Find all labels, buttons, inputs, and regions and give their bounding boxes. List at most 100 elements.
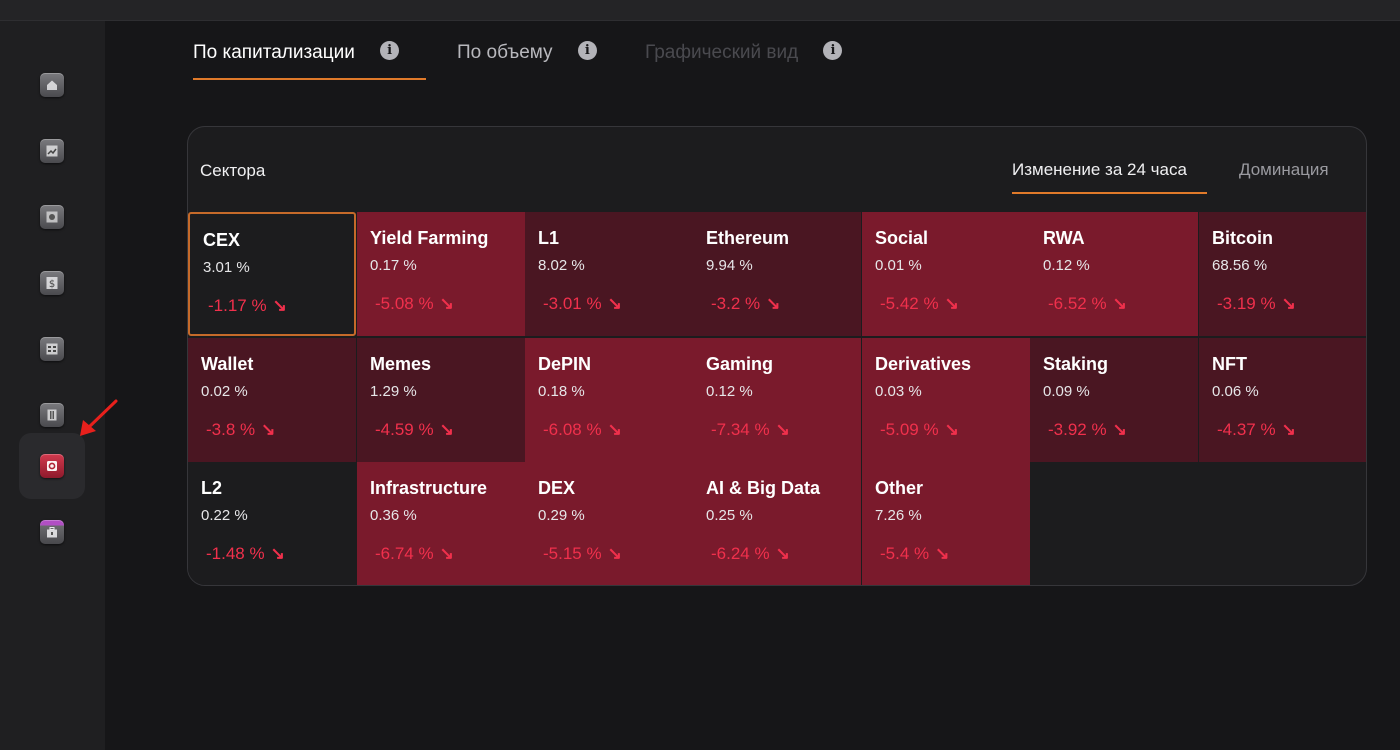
sector-name: Ethereum <box>706 228 790 248</box>
sector-share: 0.18 % <box>538 383 585 400</box>
arrow-down-right-icon: ↘ <box>1281 420 1296 439</box>
calculator-icon <box>40 337 64 361</box>
sector-tile-rwa[interactable]: RWA 0.12 % -6.52 % ↘ <box>1030 212 1198 336</box>
arrow-down-right-icon: ↘ <box>261 420 276 439</box>
chart-up-icon <box>40 139 64 163</box>
info-icon[interactable]: i <box>380 41 400 60</box>
tab-label: Графический вид <box>645 42 799 63</box>
sector-change: -7.34 % ↘ <box>711 420 790 439</box>
arrow-down-right-icon: ↘ <box>1112 420 1127 439</box>
sidebar-item-portfolio[interactable] <box>19 499 85 565</box>
arrow-down-right-icon: ↘ <box>1281 294 1296 313</box>
arrow-down-right-icon: ↘ <box>944 294 959 313</box>
sector-change: -1.17 % ↘ <box>208 296 287 315</box>
sector-share: 0.01 % <box>875 257 922 274</box>
sector-name: Social <box>875 228 929 248</box>
briefcase-icon <box>40 520 64 544</box>
sector-tile-bitcoin[interactable]: Bitcoin 68.56 % -3.19 % ↘ <box>1199 212 1366 336</box>
sector-tile-l2[interactable]: L2 0.22 % -1.48 % ↘ <box>188 462 356 585</box>
tab-dominance[interactable]: Доминация <box>1239 160 1329 180</box>
sector-name: Wallet <box>201 354 254 374</box>
sector-change: -3.8 % ↘ <box>206 420 276 439</box>
sector-tile-wallet[interactable]: Wallet 0.02 % -3.8 % ↘ <box>188 338 356 462</box>
sidebar-item-sectors[interactable] <box>19 433 85 499</box>
tab-graphic-view[interactable]: Графический вид i <box>645 36 875 80</box>
sector-share: 8.02 % <box>538 257 585 274</box>
sectors-card: Сектора Изменение за 24 часа Доминация C… <box>187 126 1367 586</box>
tab-by-volume[interactable]: По объему i <box>457 36 617 80</box>
sector-change: -5.15 % ↘ <box>543 544 622 563</box>
sector-tile-memes[interactable]: Memes 1.29 % -4.59 % ↘ <box>357 338 525 462</box>
arrow-down-right-icon: ↘ <box>775 420 790 439</box>
sector-tile-depin[interactable]: DePIN 0.18 % -6.08 % ↘ <box>525 338 693 462</box>
sector-share: 0.36 % <box>370 507 417 524</box>
arrow-down-right-icon: ↘ <box>439 420 454 439</box>
sector-share: 9.94 % <box>706 257 753 274</box>
sector-tile-ai-big-data[interactable]: AI & Big Data 0.25 % -6.24 % ↘ <box>693 462 861 585</box>
sector-tile-nft[interactable]: NFT 0.06 % -4.37 % ↘ <box>1199 338 1366 462</box>
sector-tile-gaming[interactable]: Gaming 0.12 % -7.34 % ↘ <box>693 338 861 462</box>
arrow-down-right-icon: ↘ <box>439 544 454 563</box>
arrow-down-right-icon: ↘ <box>439 294 454 313</box>
arrow-down-right-icon: ↘ <box>1112 294 1127 313</box>
card-title: Сектора <box>200 161 266 180</box>
active-tab-underline <box>193 78 426 80</box>
sector-name: CEX <box>203 230 241 250</box>
sector-name: L2 <box>201 478 223 498</box>
sector-share: 0.12 % <box>706 383 753 400</box>
tab-by-capitalization[interactable]: По капитализации i <box>193 36 426 80</box>
tab-change-24h[interactable]: Изменение за 24 часа <box>1012 160 1207 194</box>
sector-share: 0.12 % <box>1043 257 1090 274</box>
sidebar-item-calculator[interactable] <box>19 316 85 382</box>
sector-change: -6.08 % ↘ <box>543 420 622 439</box>
sector-change: -3.92 % ↘ <box>1048 420 1127 439</box>
sector-tile-l1[interactable]: L1 8.02 % -3.01 % ↘ <box>525 212 693 336</box>
arrow-down-right-icon: ↘ <box>607 294 622 313</box>
sector-share: 0.17 % <box>370 257 417 274</box>
arrow-down-right-icon: ↘ <box>607 420 622 439</box>
sector-tile-dex[interactable]: DEX 0.29 % -5.15 % ↘ <box>525 462 693 585</box>
tab-label: Доминация <box>1239 160 1329 179</box>
sidebar-item-markets[interactable] <box>19 118 85 184</box>
arrow-down-right-icon: ↘ <box>935 544 950 563</box>
sector-share: 3.01 % <box>203 259 250 276</box>
arrow-down-right-icon: ↘ <box>944 420 959 439</box>
sector-tile-staking[interactable]: Staking 0.09 % -3.92 % ↘ <box>1030 338 1198 462</box>
arrow-down-right-icon: ↘ <box>766 294 781 313</box>
tab-label: По капитализации <box>193 42 355 63</box>
sector-share: 0.03 % <box>875 383 922 400</box>
info-icon[interactable]: i <box>823 41 843 60</box>
sector-name: DEX <box>538 478 576 498</box>
tab-label: Изменение за 24 часа <box>1012 160 1187 179</box>
arrow-down-right-icon: ↘ <box>270 544 285 563</box>
sidebar-item-home[interactable] <box>19 52 85 118</box>
sector-share: 68.56 % <box>1212 257 1268 274</box>
sector-name: L1 <box>538 228 560 248</box>
sector-change: -3.01 % ↘ <box>543 294 622 313</box>
sector-tile-derivatives[interactable]: Derivatives 0.03 % -5.09 % ↘ <box>862 338 1030 462</box>
sector-tile-cex[interactable]: CEX 3.01 % -1.17 % ↘ <box>188 212 356 336</box>
sector-change: -5.08 % ↘ <box>375 294 454 313</box>
sector-share: 7.26 % <box>875 507 922 524</box>
sector-name: Derivatives <box>875 354 972 374</box>
sector-tile-social[interactable]: Social 0.01 % -5.42 % ↘ <box>862 212 1030 336</box>
sector-change: -5.09 % ↘ <box>880 420 959 439</box>
sidebar-item-finance[interactable]: $ <box>19 250 85 316</box>
sector-tile-yield-farming[interactable]: Yield Farming 0.17 % -5.08 % ↘ <box>357 212 525 336</box>
sector-change: -3.2 % ↘ <box>711 294 781 313</box>
arrow-down-right-icon: ↘ <box>775 544 790 563</box>
sector-tile-ethereum[interactable]: Ethereum 9.94 % -3.2 % ↘ <box>693 212 861 336</box>
sector-change: -1.48 % ↘ <box>206 544 285 563</box>
pointer-arrow-icon <box>80 399 118 436</box>
sector-share: 0.29 % <box>538 507 585 524</box>
sector-share: 0.06 % <box>1212 383 1259 400</box>
sector-tile-other[interactable]: Other 7.26 % -5.4 % ↘ <box>862 462 1030 585</box>
sector-tile-infrastructure[interactable]: Infrastructure 0.36 % -6.74 % ↘ <box>357 462 525 585</box>
info-icon[interactable]: i <box>577 41 597 60</box>
sector-name: RWA <box>1043 228 1085 248</box>
sector-name: Infrastructure <box>370 478 488 498</box>
tab-label: По объему <box>457 42 553 63</box>
sector-change: -5.4 % ↘ <box>880 544 950 563</box>
sector-share: 0.09 % <box>1043 383 1090 400</box>
sidebar-item-safe[interactable] <box>19 184 85 250</box>
